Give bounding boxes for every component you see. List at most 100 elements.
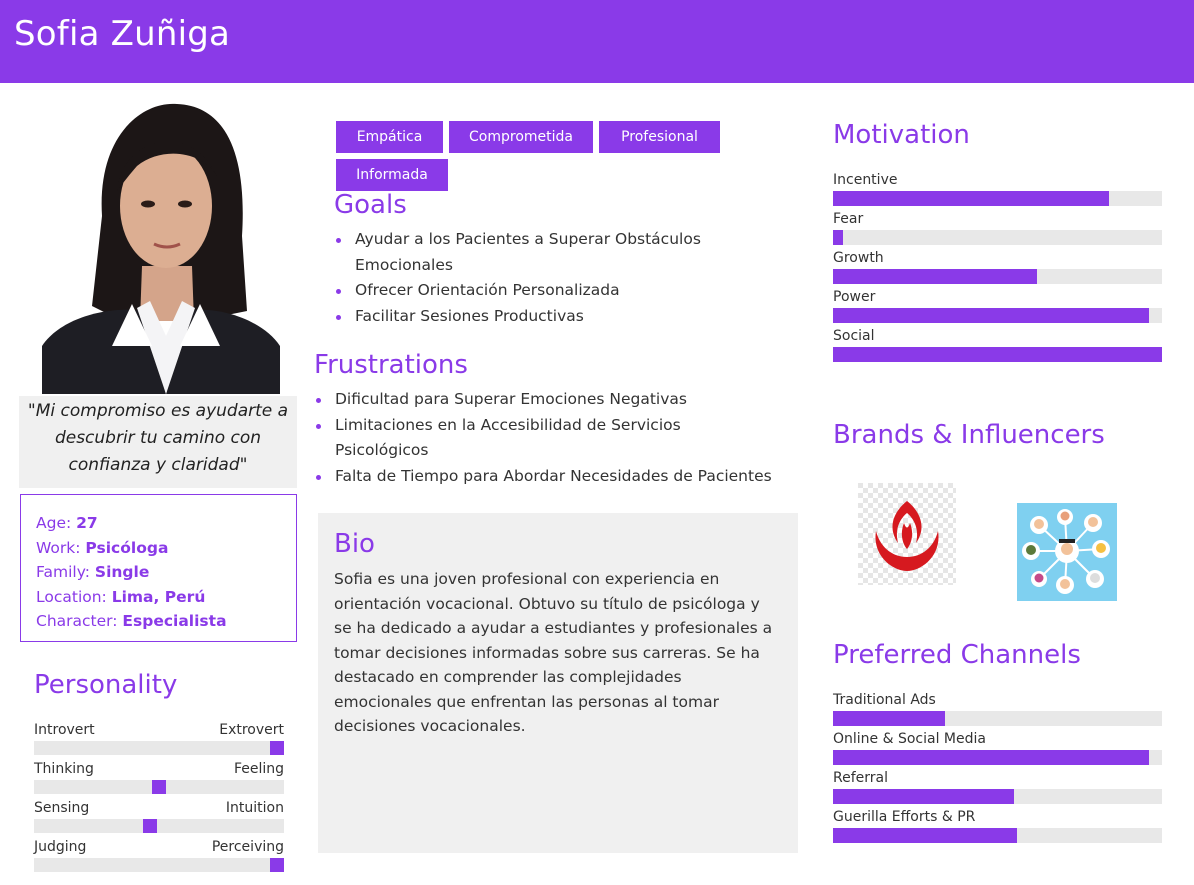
- slider-knob: [270, 741, 284, 755]
- info-family: Family: Single: [36, 560, 296, 585]
- persona-photo: [42, 96, 280, 394]
- tag-chip: Informada: [336, 159, 448, 191]
- info-location: Location: Lima, Perú: [36, 585, 296, 610]
- channels-title: Preferred Channels: [833, 640, 1081, 670]
- bar-fill: [833, 750, 1149, 765]
- frustration-item: Dificultad para Superar Emociones Negati…: [314, 387, 794, 413]
- frustration-item: Limitaciones en la Accesibilidad de Serv…: [314, 413, 714, 464]
- bar-track: [833, 308, 1162, 323]
- slider-track: [34, 819, 284, 833]
- info-label: Character:: [36, 612, 118, 630]
- bar-fill: [833, 308, 1149, 323]
- tag-chip: Empática: [336, 121, 443, 153]
- tag-chip: Comprometida: [449, 121, 593, 153]
- personality-slider: Introvert Extrovert: [34, 721, 284, 755]
- portrait-illustration: [42, 96, 280, 394]
- info-work: Work: Psicóloga: [36, 536, 296, 561]
- bio-panel: Bio Sofia es una joven profesional con e…: [318, 513, 798, 853]
- info-value: 27: [76, 514, 98, 532]
- upc-logo-icon: [858, 483, 956, 585]
- persona-quote: "Mi compromiso es ayudarte a descubrir t…: [27, 401, 289, 475]
- people-network-icon: [1017, 503, 1117, 601]
- goal-item: Facilitar Sesiones Productivas: [334, 304, 754, 330]
- bar-label: Growth: [833, 250, 884, 266]
- info-character: Character: Especialista: [36, 609, 296, 634]
- bar-track: [833, 191, 1162, 206]
- motivation-bar: Social: [833, 327, 1162, 362]
- goal-item: Ayudar a los Pacientes a Superar Obstácu…: [334, 227, 754, 278]
- trait-right-label: Perceiving: [211, 839, 284, 855]
- info-age: Age: 27: [36, 511, 296, 536]
- personality-slider: Thinking Feeling: [34, 760, 284, 794]
- motivation-bar: Power: [833, 288, 1162, 323]
- trait-left-label: Sensing: [34, 800, 90, 816]
- goals-title: Goals: [334, 190, 407, 220]
- bar-label: Social: [833, 328, 875, 344]
- trait-left-label: Thinking: [34, 761, 94, 777]
- channel-bar: Traditional Ads: [833, 691, 1162, 726]
- trait-left-label: Judging: [34, 839, 87, 855]
- bar-track: [833, 269, 1162, 284]
- slider-knob: [270, 858, 284, 872]
- bar-fill: [833, 347, 1162, 362]
- channel-bar: Online & Social Media: [833, 730, 1162, 765]
- channel-bar: Referral: [833, 769, 1162, 804]
- slider-knob: [152, 780, 166, 794]
- bar-label: Fear: [833, 211, 864, 227]
- persona-name: Sofia Zuñiga: [14, 14, 231, 54]
- bio-title: Bio: [334, 529, 375, 559]
- motivation-bar: Growth: [833, 249, 1162, 284]
- trait-right-label: Feeling: [233, 761, 284, 777]
- bar-track: [833, 711, 1162, 726]
- personality-title: Personality: [34, 670, 178, 700]
- frustrations-title: Frustrations: [314, 350, 468, 380]
- quote-box: "Mi compromiso es ayudarte a descubrir t…: [19, 396, 297, 488]
- bar-label: Online & Social Media: [833, 731, 986, 747]
- slider-track: [34, 780, 284, 794]
- bar-fill: [833, 711, 945, 726]
- motivation-bar: Incentive: [833, 171, 1162, 206]
- info-label: Work:: [36, 538, 81, 557]
- persona-info-box: Age: 27 Work: Psicóloga Family: Single L…: [20, 494, 297, 642]
- bio-text: Sofia es una joven profesional con exper…: [334, 570, 773, 735]
- motivation-title: Motivation: [833, 120, 970, 150]
- trait-left-label: Introvert: [34, 722, 95, 738]
- bar-track: [833, 347, 1162, 362]
- info-label: Age:: [36, 514, 72, 532]
- slider-track: [34, 858, 284, 872]
- bar-fill: [833, 269, 1037, 284]
- info-value: Psicóloga: [85, 538, 169, 557]
- tag-chip: Profesional: [599, 121, 720, 153]
- bar-track: [833, 828, 1162, 843]
- bar-label: Traditional Ads: [833, 692, 936, 708]
- bar-track: [833, 750, 1162, 765]
- bar-fill: [833, 828, 1018, 843]
- info-label: Family:: [36, 563, 90, 581]
- info-value: Single: [94, 563, 150, 581]
- trait-right-label: Extrovert: [219, 722, 284, 738]
- slider-track: [34, 741, 284, 755]
- bar-fill: [833, 191, 1110, 206]
- slider-knob: [143, 819, 157, 833]
- bar-track: [833, 789, 1162, 804]
- info-value: Lima, Perú: [111, 587, 206, 606]
- bar-label: Incentive: [833, 172, 898, 188]
- motivation-bar: Fear: [833, 210, 1162, 245]
- bar-label: Referral: [833, 770, 888, 786]
- frustration-item: Falta de Tiempo para Abordar Necesidades…: [314, 464, 794, 490]
- brands-title: Brands & Influencers: [833, 420, 1105, 450]
- goal-item: Ofrecer Orientación Personalizada: [334, 278, 754, 304]
- frustrations-list: Dificultad para Superar Emociones Negati…: [314, 387, 794, 489]
- personality-slider: Judging Perceiving: [34, 838, 284, 872]
- info-label: Location:: [36, 587, 107, 606]
- bar-fill: [833, 789, 1014, 804]
- channel-bar: Guerilla Efforts & PR: [833, 808, 1162, 843]
- bar-track: [833, 230, 1162, 245]
- bar-label: Power: [833, 289, 876, 305]
- goals-list: Ayudar a los Pacientes a Superar Obstácu…: [334, 227, 754, 329]
- persona-header: Sofia Zuñiga: [0, 0, 1194, 83]
- bar-fill: [833, 230, 843, 245]
- info-value: Especialista: [122, 612, 227, 630]
- trait-right-label: Intuition: [225, 800, 284, 816]
- personality-slider: Sensing Intuition: [34, 799, 284, 833]
